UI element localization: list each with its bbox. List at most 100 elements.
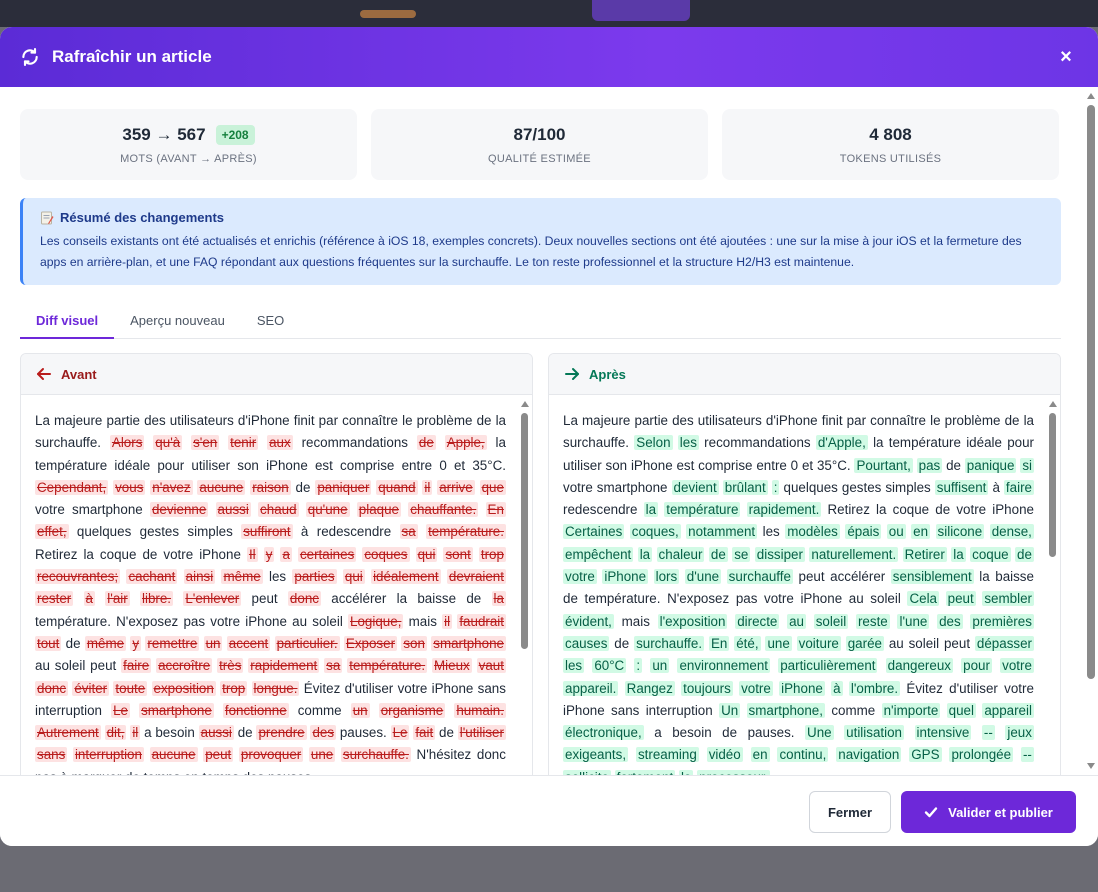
inserted-text: d'une	[684, 569, 722, 585]
inserted-text: :	[634, 658, 643, 674]
inserted-text: la	[643, 502, 659, 518]
memo-icon	[40, 211, 54, 225]
inserted-text: prolongée	[949, 747, 1014, 763]
inserted-text: l'ombre.	[848, 680, 901, 696]
inserted-text: en	[750, 747, 770, 763]
inserted-text: reste	[855, 613, 890, 629]
inserted-text: dense,	[989, 524, 1034, 540]
refresh-article-modal: Rafraîchir un article × 359 → 567 +208 M…	[0, 27, 1098, 846]
deleted-text: cachant	[126, 569, 178, 585]
stats-row: 359 → 567 +208 MOTS (AVANT → APRÈS) 87/1…	[20, 109, 1059, 180]
modal-scrollbar[interactable]	[1086, 91, 1096, 771]
inserted-text: un	[650, 658, 670, 674]
inserted-text: devient	[671, 479, 719, 495]
deleted-text: de	[416, 435, 436, 451]
inserted-text: se	[732, 546, 751, 562]
inserted-text: des	[937, 613, 963, 629]
after-scrollbar[interactable]	[1048, 401, 1057, 775]
tab-seo[interactable]: SEO	[241, 306, 300, 339]
deleted-text: l'air	[105, 591, 130, 607]
inserted-text: Pourtant,	[854, 457, 913, 473]
deleted-text: que	[479, 479, 506, 495]
deleted-text: accroître	[156, 658, 213, 674]
deleted-text: température.	[347, 658, 428, 674]
inserted-text: évident,	[563, 613, 614, 629]
close-icon[interactable]: ×	[1054, 45, 1078, 69]
inserted-text: dissiper	[754, 546, 805, 562]
inserted-text: la	[637, 546, 653, 562]
deleted-text: peut	[203, 747, 234, 763]
deleted-text: Le	[111, 702, 130, 718]
deleted-text: remettre	[145, 635, 200, 651]
deleted-text: libre.	[140, 591, 174, 607]
deleted-text: une	[308, 747, 336, 763]
inserted-text: les	[563, 658, 585, 674]
deleted-text: même	[221, 569, 263, 585]
deleted-text: sa	[324, 658, 343, 674]
deleted-text: raison	[250, 479, 291, 495]
background-chip	[360, 10, 416, 18]
inserted-text: soleil	[813, 613, 849, 629]
deleted-text: accent	[226, 635, 271, 651]
after-text: La majeure partie des utilisateurs d'iPh…	[549, 395, 1044, 775]
deleted-text: aussi	[215, 502, 251, 518]
deleted-text: particulier.	[274, 635, 340, 651]
deleted-text: arrive	[437, 479, 475, 495]
deleted-text: y	[263, 546, 275, 562]
inserted-text: d'Apple,	[815, 435, 868, 451]
deleted-text: la	[491, 591, 506, 607]
close-button[interactable]: Fermer	[809, 791, 891, 833]
after-panel-header: Après	[549, 354, 1060, 395]
deleted-text: un	[350, 702, 370, 718]
inserted-text: toujours	[681, 680, 733, 696]
stat-value: 4 808	[869, 124, 912, 144]
inserted-text: pas	[916, 457, 943, 473]
deleted-text: devienne	[149, 502, 209, 518]
inserted-text: environnement	[677, 658, 771, 674]
inserted-text: à	[831, 680, 843, 696]
deleted-text: qui	[415, 546, 438, 562]
summary-title: Résumé des changements	[60, 210, 225, 225]
inserted-text: votre	[1000, 658, 1034, 674]
inserted-text: suffisent	[934, 479, 989, 495]
before-panel: Avant La majeure partie des utilisateurs…	[20, 353, 533, 775]
inserted-text: particulièrement	[778, 658, 878, 674]
inserted-text: appareil	[982, 702, 1034, 718]
inserted-text: épais	[845, 524, 882, 540]
deleted-text: paniquer	[315, 479, 372, 495]
deleted-text: trop	[220, 680, 248, 696]
deleted-text: donc	[287, 591, 321, 607]
deleted-text: devraient	[446, 569, 506, 585]
before-scrollbar[interactable]	[520, 401, 529, 775]
tab-visual-diff[interactable]: Diff visuel	[20, 306, 115, 339]
publish-button[interactable]: Valider et publier	[901, 791, 1076, 833]
inserted-text: rapidement.	[746, 502, 822, 518]
deleted-text: provoquer	[238, 747, 304, 763]
deleted-text: aussi	[198, 725, 234, 741]
deleted-text: Apple,	[444, 435, 487, 451]
tab-new-preview[interactable]: Aperçu nouveau	[114, 306, 241, 339]
inserted-text: panique	[964, 457, 1017, 473]
deleted-text: humain.	[454, 702, 506, 718]
inserted-text: faire	[1003, 479, 1034, 495]
deleted-text: a	[280, 546, 292, 562]
deleted-text: Cependant,	[35, 479, 109, 495]
deleted-text: éviter	[72, 680, 110, 696]
deleted-text: prendre	[256, 725, 307, 741]
deleted-text: aux	[267, 435, 293, 451]
inserted-text: appareil.	[563, 680, 619, 696]
deleted-text: chauffante.	[408, 502, 479, 518]
deleted-text: smartphone	[139, 702, 214, 718]
inserted-text: ou	[886, 524, 906, 540]
inserted-text: électronique,	[563, 725, 644, 741]
deleted-text: En	[485, 502, 506, 518]
deleted-text: trop	[478, 546, 506, 562]
deleted-text: température.	[426, 524, 506, 540]
deleted-text: dit,	[104, 725, 127, 741]
stat-card-tokens: 4 808 TOKENS UTILISÉS	[722, 109, 1059, 180]
inserted-text: modèles	[785, 524, 840, 540]
inserted-text: Un	[719, 702, 741, 718]
deleted-text: même	[84, 635, 127, 651]
deleted-text: suffiront	[241, 524, 293, 540]
background-button	[592, 0, 690, 21]
